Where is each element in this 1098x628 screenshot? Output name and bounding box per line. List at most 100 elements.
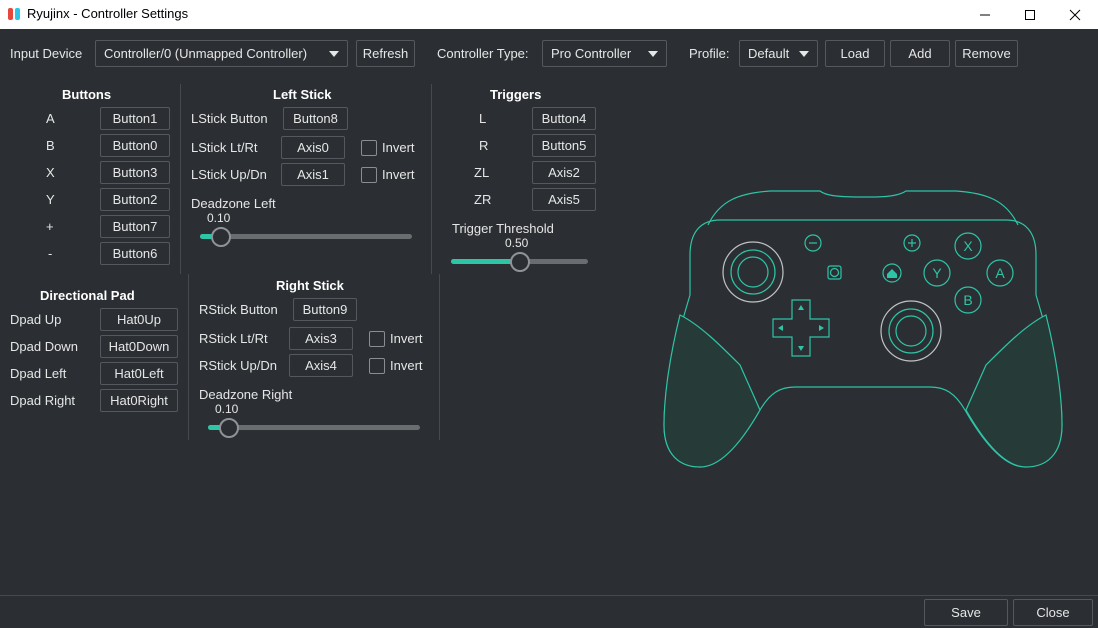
minimize-icon (980, 14, 990, 15)
trigger-zl-label: ZL (474, 165, 490, 180)
lstick-lr-invert-label: Invert (382, 140, 415, 155)
right-grip (965, 314, 1063, 468)
trigger-threshold-value: 0.50 (505, 236, 529, 250)
trigger-zl-mapping[interactable]: Axis2 (532, 161, 596, 184)
maximize-button[interactable] (1007, 0, 1053, 29)
face-label-a: A (995, 265, 1005, 281)
deadzone-left-slider[interactable] (200, 227, 412, 247)
trigger-zr-mapping[interactable]: Axis5 (532, 188, 596, 211)
divider (439, 274, 440, 440)
slider-track (200, 234, 412, 239)
right-stick-header: Right Stick (276, 278, 344, 293)
ryujinx-logo-icon (8, 8, 20, 20)
button-y-mapping[interactable]: Button2 (100, 188, 170, 211)
input-device-value: Controller/0 (Unmapped Controller) (104, 46, 308, 61)
pro-controller-illustration: X Y A B (663, 190, 1063, 468)
dpad-up-mapping[interactable]: Hat0Up (100, 308, 178, 331)
trigger-r-label: R (479, 138, 489, 153)
button-plus-mapping[interactable]: Button7 (100, 215, 170, 238)
lstick-ud-invert-checkbox[interactable] (361, 167, 377, 183)
deadzone-left-value: 0.10 (207, 211, 231, 225)
slider-thumb[interactable] (509, 252, 530, 272)
button-a-mapping[interactable]: Button1 (100, 107, 170, 130)
input-device-select[interactable]: Controller/0 (Unmapped Controller) (95, 40, 348, 67)
save-button[interactable]: Save (924, 599, 1008, 626)
right-stick-outer (880, 300, 942, 362)
profile-label: Profile: (689, 46, 730, 61)
lstick-lr-invert-checkbox[interactable] (361, 140, 377, 156)
divider (431, 84, 432, 274)
button-minus-mapping[interactable]: Button6 (100, 242, 170, 265)
lstick-button-mapping[interactable]: Button8 (283, 107, 348, 130)
title-bar: Ryujinx - Controller Settings (0, 0, 1098, 29)
dpad-down-label: Dpad Down (10, 339, 78, 354)
divider (188, 274, 189, 440)
controller-type-select[interactable]: Pro Controller (542, 40, 667, 67)
rstick-button-mapping[interactable]: Button9 (293, 298, 357, 321)
button-a-label: A (46, 111, 55, 126)
button-x-mapping[interactable]: Button3 (100, 161, 170, 184)
lstick-ud-mapping[interactable]: Axis1 (281, 163, 345, 186)
rstick-lr-invert-checkbox[interactable] (369, 331, 385, 347)
face-label-b: B (963, 292, 972, 308)
controller-type-label: Controller Type: (437, 46, 529, 61)
rstick-lr-label: RStick Lt/Rt (199, 331, 268, 346)
load-button[interactable]: Load (825, 40, 885, 67)
lstick-ud-label: LStick Up/Dn (191, 167, 267, 182)
dpad-right-label: Dpad Right (10, 393, 76, 408)
button-b-mapping[interactable]: Button0 (100, 134, 170, 157)
buttons-header: Buttons (62, 87, 112, 102)
button-minus-label: - (48, 246, 53, 261)
lstick-lr-mapping[interactable]: Axis0 (281, 136, 345, 159)
dpad-up-label: Dpad Up (10, 312, 62, 327)
rstick-ud-invert-label: Invert (390, 358, 423, 373)
dpad-right-mapping[interactable]: Hat0Right (100, 389, 178, 412)
deadzone-right-label: Deadzone Right (199, 387, 293, 402)
triggers-header: Triggers (490, 87, 542, 102)
button-plus-label: + (46, 219, 54, 234)
lstick-lr-label: LStick Lt/Rt (191, 140, 258, 155)
left-stick-header: Left Stick (273, 87, 332, 102)
button-y-label: Y (46, 192, 55, 207)
window-title: Ryujinx - Controller Settings (27, 6, 189, 21)
refresh-button[interactable]: Refresh (356, 40, 415, 67)
slider-thumb[interactable] (211, 227, 232, 247)
rstick-ud-mapping[interactable]: Axis4 (289, 354, 353, 377)
chevron-down-icon (799, 51, 809, 57)
deadzone-left-label: Deadzone Left (191, 196, 276, 211)
trigger-threshold-label: Trigger Threshold (452, 221, 554, 236)
minimize-button[interactable] (962, 0, 1008, 29)
left-grip (663, 314, 761, 468)
slider-track (208, 425, 420, 430)
button-x-label: X (46, 165, 55, 180)
trigger-zr-label: ZR (474, 192, 492, 207)
close-icon (1069, 9, 1081, 20)
trigger-r-mapping[interactable]: Button5 (532, 134, 596, 157)
profile-select[interactable]: Default (739, 40, 818, 67)
trigger-l-mapping[interactable]: Button4 (532, 107, 596, 130)
divider (180, 84, 181, 274)
rstick-ud-invert-checkbox[interactable] (369, 358, 385, 374)
slider-thumb[interactable] (219, 418, 240, 438)
dpad-header: Directional Pad (40, 288, 135, 303)
deadzone-right-slider[interactable] (208, 418, 420, 438)
add-button[interactable]: Add (890, 40, 950, 67)
rstick-button-label: RStick Button (199, 302, 278, 317)
dpad-down-mapping[interactable]: Hat0Down (100, 335, 178, 358)
dpad-left-mapping[interactable]: Hat0Left (100, 362, 178, 385)
face-label-y: Y (932, 265, 942, 281)
close-button[interactable]: Close (1013, 599, 1093, 626)
controller-type-value: Pro Controller (551, 46, 632, 61)
dpad-left-label: Dpad Left (10, 366, 67, 381)
button-b-label: B (46, 138, 55, 153)
chevron-down-icon (648, 51, 658, 57)
maximize-icon (1025, 9, 1035, 20)
close-window-button[interactable] (1052, 0, 1098, 29)
deadzone-right-value: 0.10 (215, 402, 239, 416)
trigger-threshold-slider[interactable] (451, 252, 588, 272)
remove-button[interactable]: Remove (955, 40, 1018, 67)
rstick-lr-mapping[interactable]: Axis3 (289, 327, 353, 350)
chevron-down-icon (329, 51, 339, 57)
footer-divider (0, 595, 1098, 596)
input-device-label: Input Device (10, 46, 83, 61)
